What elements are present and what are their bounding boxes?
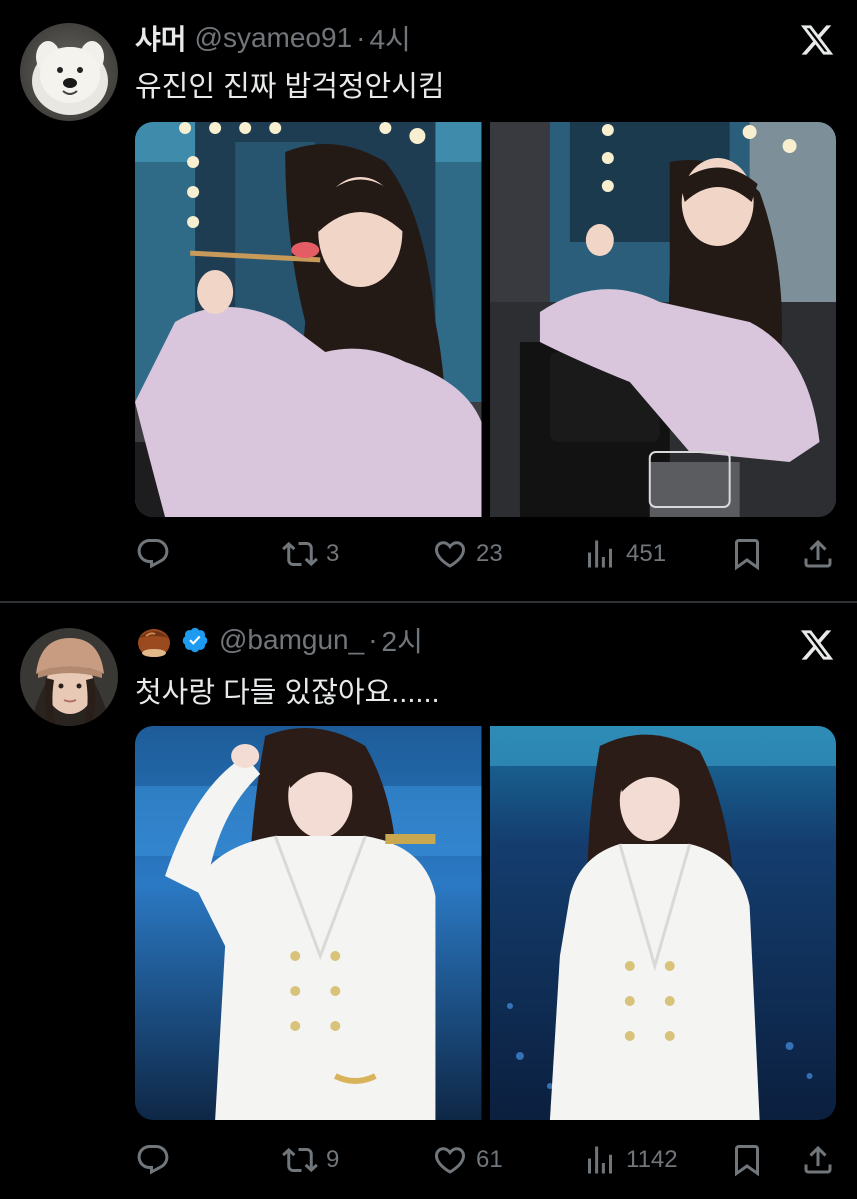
tweet-actions: 9 61 1142 bbox=[135, 1140, 836, 1180]
reply-icon bbox=[137, 1145, 169, 1175]
media-grid bbox=[135, 726, 836, 1120]
tweet-photo[interactable] bbox=[135, 122, 482, 517]
bookmark-button[interactable] bbox=[729, 1140, 765, 1180]
retweet-icon bbox=[282, 1147, 318, 1173]
avatar[interactable] bbox=[20, 23, 118, 121]
x-logo-icon[interactable] bbox=[799, 22, 835, 58]
heart-icon bbox=[434, 541, 466, 568]
reply-icon bbox=[137, 539, 169, 569]
girl-beanie-avatar-icon bbox=[20, 628, 118, 726]
separator-dot: · bbox=[368, 624, 378, 655]
reply-button[interactable] bbox=[135, 1140, 179, 1180]
tweet-card[interactable]: @bamgun_ · 2시 첫사랑 다들 있잖아요...... 9 61 114… bbox=[0, 603, 857, 1199]
tweet-actions: 3 23 451 bbox=[135, 534, 836, 574]
views-button[interactable]: 451 bbox=[582, 534, 666, 574]
retweet-button[interactable]: 9 bbox=[282, 1140, 339, 1180]
display-name[interactable] bbox=[135, 622, 173, 658]
views-chart-icon bbox=[588, 540, 612, 568]
retweet-button[interactable]: 3 bbox=[282, 534, 339, 574]
avatar[interactable] bbox=[20, 628, 118, 726]
like-count: 23 bbox=[476, 540, 503, 567]
like-button[interactable]: 23 bbox=[432, 534, 503, 574]
share-icon bbox=[804, 1145, 832, 1174]
tweet-text: 유진인 진짜 밥걱정안시킴 bbox=[135, 71, 445, 103]
share-button[interactable] bbox=[800, 1140, 836, 1180]
retweet-count: 9 bbox=[326, 1146, 340, 1173]
separator-dot: · bbox=[356, 22, 366, 53]
bookmark-icon bbox=[735, 1145, 759, 1177]
bookmark-icon bbox=[735, 539, 759, 571]
retweet-count: 3 bbox=[326, 540, 340, 567]
tweet-header: 샤머 @syameo91 · 4시 bbox=[135, 18, 411, 58]
photo-stage-white-suit-two-icon bbox=[489, 726, 836, 1120]
like-count: 61 bbox=[476, 1146, 503, 1173]
reply-button[interactable] bbox=[135, 534, 179, 574]
photo-eating-sofa-icon bbox=[489, 122, 836, 517]
white-dog-avatar-icon bbox=[20, 23, 118, 121]
tweet-time[interactable]: 4시 bbox=[369, 18, 410, 58]
tweet-header: @bamgun_ · 2시 bbox=[135, 620, 423, 660]
tweet-photo[interactable] bbox=[135, 726, 482, 1120]
views-button[interactable]: 1142 bbox=[582, 1140, 678, 1180]
like-button[interactable]: 61 bbox=[432, 1140, 503, 1180]
tweet-time[interactable]: 2시 bbox=[382, 620, 423, 660]
display-name[interactable]: 샤머 bbox=[135, 18, 187, 58]
media-grid bbox=[135, 122, 836, 517]
views-chart-icon bbox=[588, 1146, 612, 1174]
tweet-photo[interactable] bbox=[489, 726, 836, 1120]
bookmark-button[interactable] bbox=[729, 534, 765, 574]
heart-icon bbox=[434, 1147, 466, 1174]
verified-badge[interactable] bbox=[181, 626, 209, 654]
share-button[interactable] bbox=[800, 534, 836, 574]
user-handle[interactable]: @syameo91 bbox=[195, 22, 353, 54]
photo-stage-white-suit-icon bbox=[135, 726, 482, 1120]
tweet-text: 첫사랑 다들 있잖아요...... bbox=[135, 677, 440, 709]
retweet-icon bbox=[282, 541, 318, 567]
photo-eating-dressing-room-icon bbox=[135, 122, 482, 517]
x-logo-icon[interactable] bbox=[799, 627, 835, 663]
views-count: 451 bbox=[626, 540, 667, 567]
verified-icon bbox=[182, 627, 208, 653]
views-count: 1142 bbox=[626, 1146, 678, 1173]
share-icon bbox=[804, 539, 832, 568]
tweet-card[interactable]: 샤머 @syameo91 · 4시 유진인 진짜 밥걱정안시킴 3 23 451 bbox=[0, 0, 857, 601]
user-handle[interactable]: @bamgun_ bbox=[219, 624, 364, 656]
chestnut-emoji-icon bbox=[138, 629, 170, 657]
tweet-photo[interactable] bbox=[489, 122, 836, 517]
